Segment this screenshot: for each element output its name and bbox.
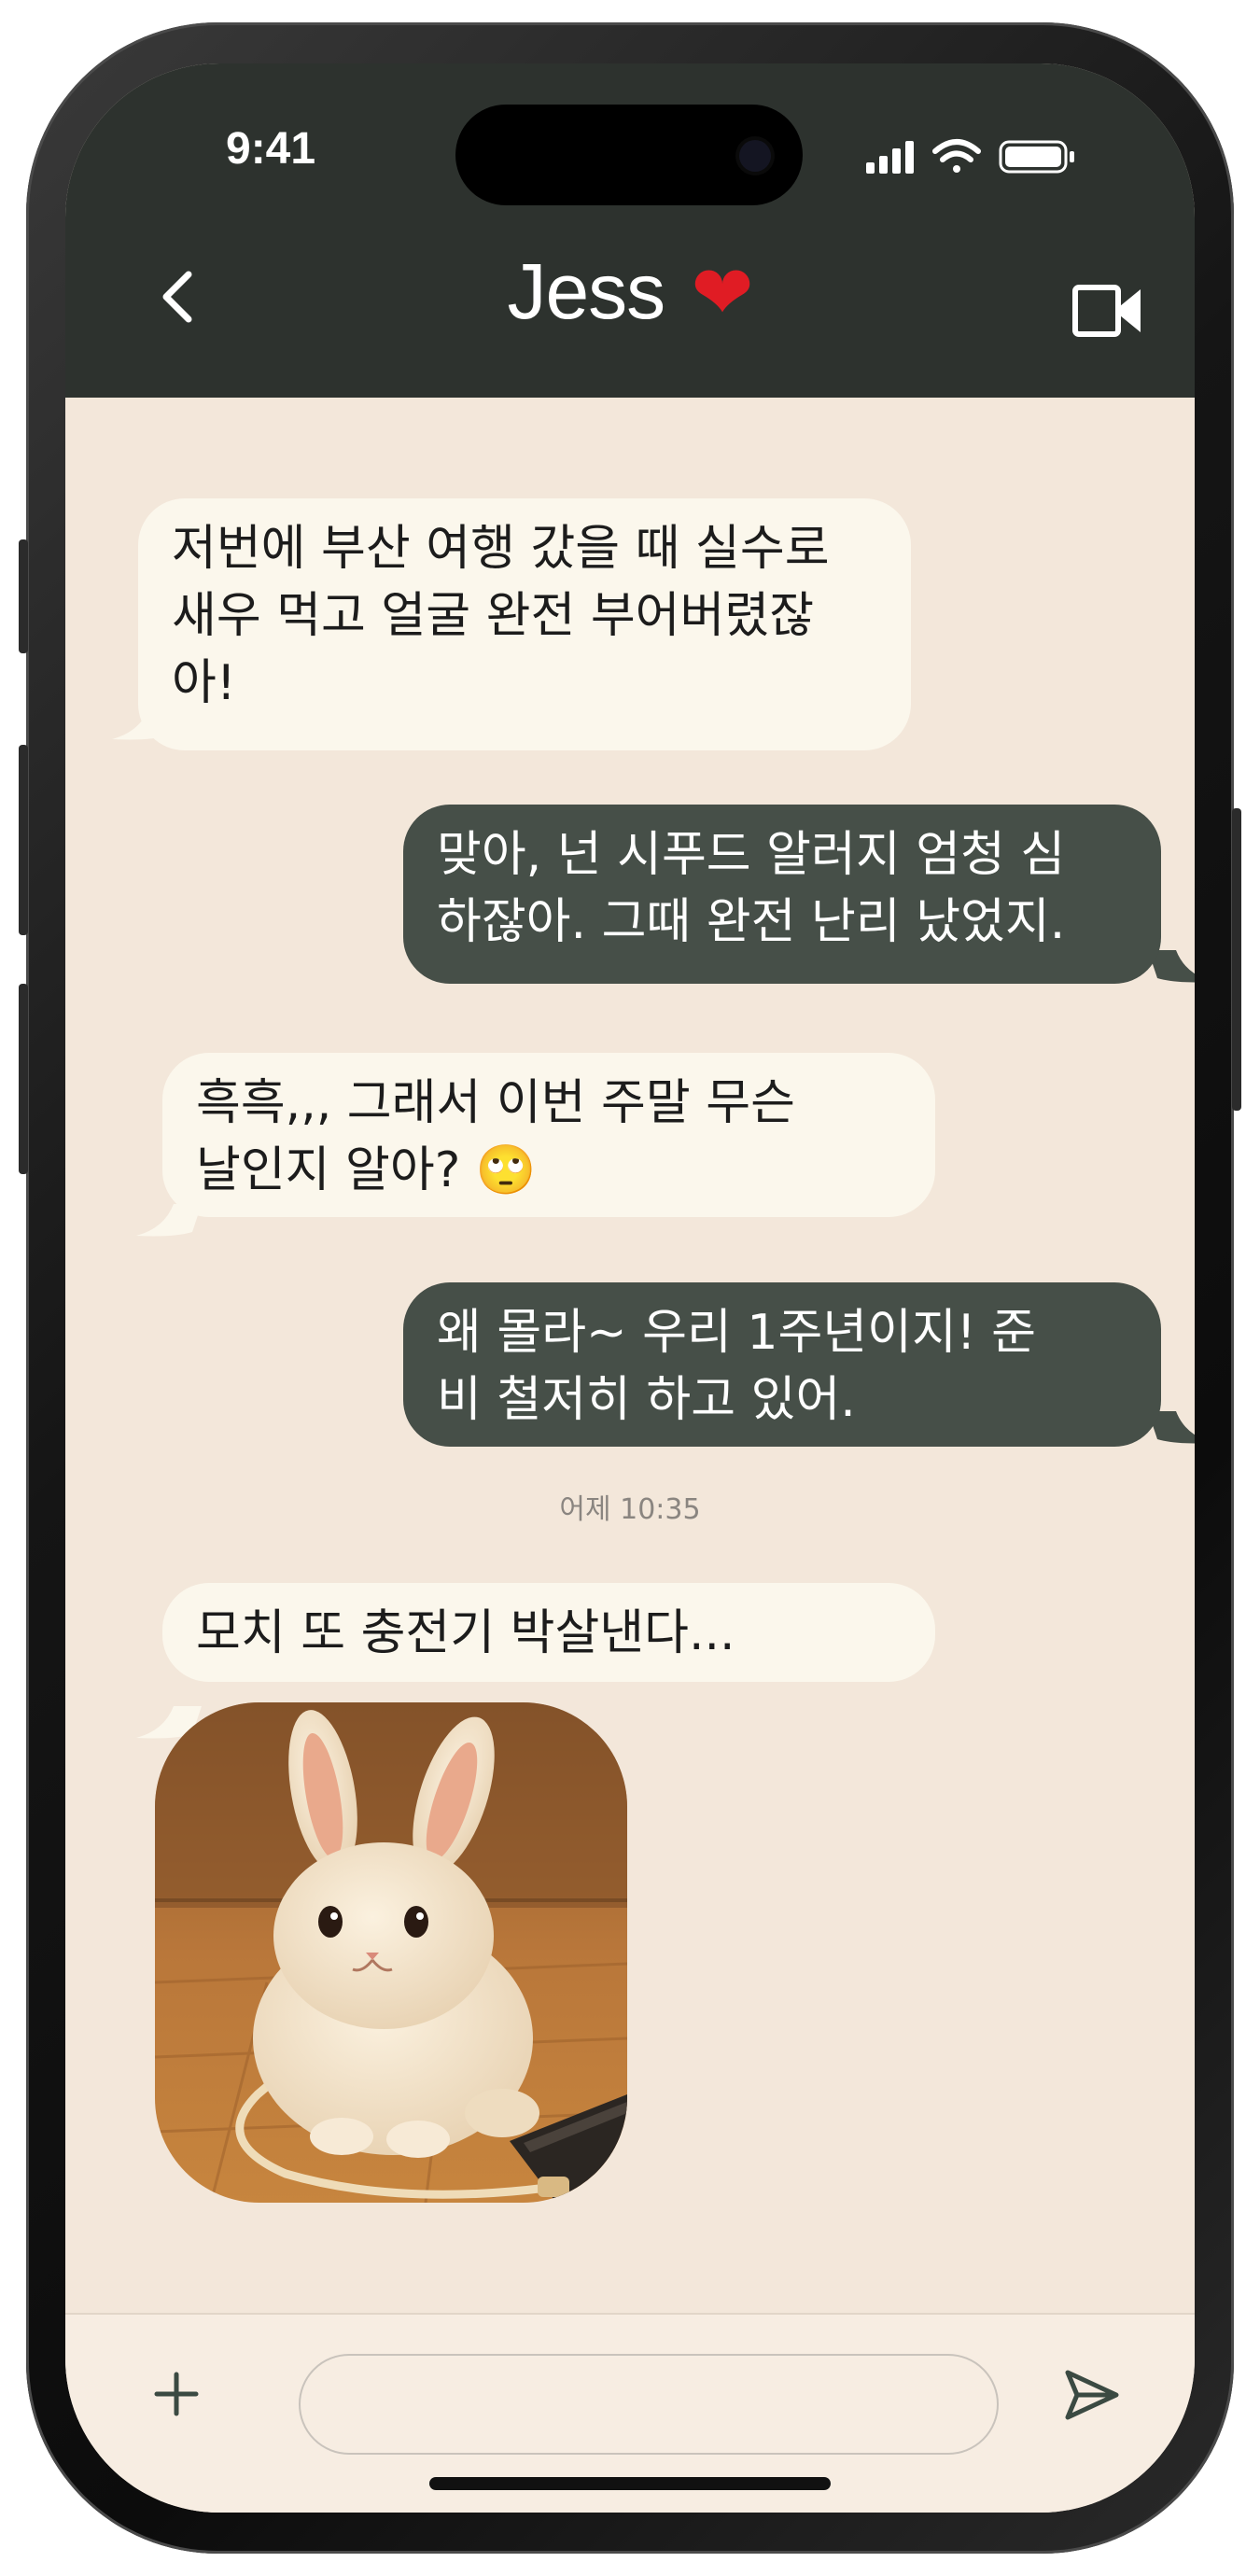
home-indicator [429,2477,831,2490]
wifi-icon [932,139,981,173]
front-camera [739,140,771,172]
volume-down-button [19,984,28,1174]
plus-icon[interactable] [153,2371,200,2417]
phone-screen: 9:41 Jess ❤ 저번에 부산 여행 갔을 때 실수로 새우 먹고 얼굴 … [65,63,1195,2513]
photo-message[interactable] [155,1702,627,2203]
bunny-photo-image [155,1702,627,2203]
heart-icon: ❤ [691,251,754,334]
contact-name: Jess [507,247,665,335]
signal-icon [866,141,914,174]
message-input-bar [65,2313,1195,2513]
action-button [19,539,28,653]
chat-header: 9:41 Jess ❤ [65,63,1195,398]
power-button [1232,808,1241,1111]
volume-up-button [19,745,28,935]
battery-icon [999,140,1074,174]
message-bubble-outgoing[interactable]: 왜 몰라~ 우리 1주년이지! 준 비 철저히 하고 있어. [403,1282,1161,1447]
message-input[interactable] [299,2354,999,2455]
status-time: 9:41 [226,124,316,174]
video-camera-icon[interactable] [1071,280,1146,342]
message-bubble-incoming[interactable]: 저번에 부산 여행 갔을 때 실수로 새우 먹고 얼굴 완전 부어버렸잖 아! [138,498,911,750]
send-icon[interactable] [1062,2367,1122,2423]
message-bubble-incoming[interactable]: 흑흑,,, 그래서 이번 주말 무슨 날인지 알아? 🙄 [162,1053,935,1217]
message-bubble-incoming[interactable]: 모치 또 충전기 박살낸다... [162,1583,935,1682]
status-icons [866,139,1074,174]
message-timestamp: 어제 10:35 [559,1493,701,1526]
message-bubble-outgoing[interactable]: 맞아, 넌 시푸드 알러지 엄청 심 하잖아. 그때 완전 난리 났었지. [403,805,1161,984]
contact-title[interactable]: Jess ❤ [65,246,1195,337]
